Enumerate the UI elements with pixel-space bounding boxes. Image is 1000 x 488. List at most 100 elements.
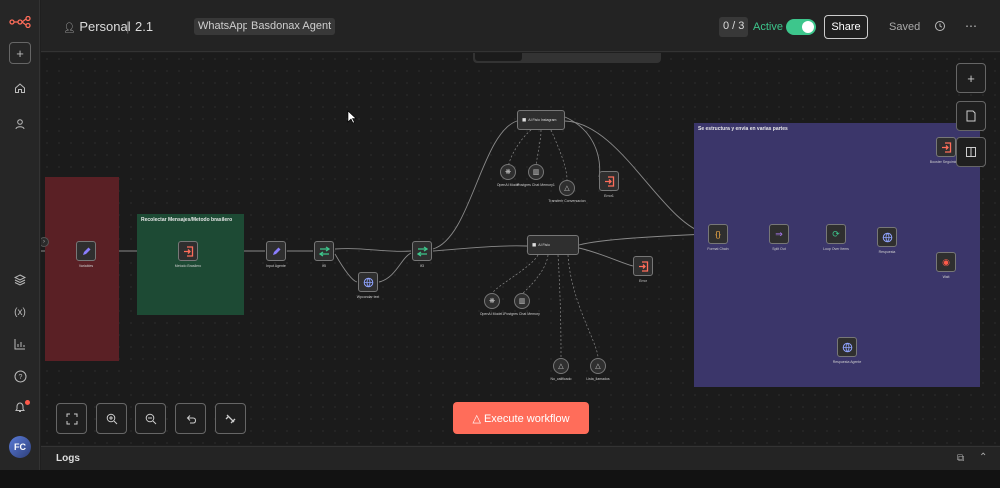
home-icon[interactable] [8,76,32,100]
zoom-in-icon[interactable] [96,403,127,434]
node-postgres-memory1[interactable]: ▥ [528,164,544,180]
panel-toggle-icon[interactable] [956,137,986,167]
sticky-note-icon[interactable] [956,101,986,131]
fit-view-icon[interactable] [56,403,87,434]
edit-icon [272,247,280,255]
node-error1[interactable] [599,171,619,191]
node-postgres-memory[interactable]: ▥ [514,293,530,309]
bottom-strip [0,470,1000,488]
node-lista-llamados[interactable]: △ [590,358,606,374]
execute-workflow-label: Execute workflow [483,412,570,425]
tool-icon: △ [595,363,601,370]
node-variables[interactable] [76,241,96,261]
flask-icon: △ [472,412,481,425]
node-wait[interactable]: ◉ [936,252,956,272]
edit-icon [82,247,90,255]
globe-icon [842,342,852,352]
sticky-purple-title: Se estructura y envia en varias partes [698,126,788,132]
node-respuesta-agente-label: Respuesta Agente [832,360,862,364]
node-no-calificado[interactable]: △ [553,358,569,374]
tool-icon: △ [558,363,564,370]
robot-icon: ■ [522,116,527,124]
code-icon: {} [715,229,721,239]
zoom-out-icon[interactable] [135,403,166,434]
templates-icon[interactable] [8,268,32,292]
node-agent-fisio[interactable]: ■ AI Fisio [527,235,579,255]
loop-icon: ⟳ [832,228,840,239]
bell-icon[interactable] [8,395,32,419]
node-loop-over-items[interactable]: ⟳ [826,224,846,244]
node-openai-model1[interactable]: ❋ [484,293,500,309]
node-format-chain[interactable]: {} [708,224,728,244]
database-icon: ▥ [518,298,526,305]
node-postgres-memory-label: Postgres Chat Memory [504,312,540,316]
user-icon[interactable] [8,112,32,136]
node-if3-label: If3 [420,264,424,268]
tab-evaluations[interactable]: Evaluations [589,53,659,61]
node-input-agente-label: Input Agente [266,264,286,268]
workflow-version[interactable]: 2.1 [135,19,153,34]
exec-workflow-icon [638,260,648,272]
workspace-breadcrumb[interactable]: 👤︎ Personal [63,19,131,34]
node-split-out[interactable]: ⇒ [769,224,789,244]
database-icon: ▥ [532,169,540,176]
node-input-agente[interactable] [266,241,286,261]
node-if3[interactable] [412,241,432,261]
split-icon: ⇒ [775,228,783,239]
chevron-up-icon[interactable]: ⌃ [979,452,987,463]
active-toggle[interactable] [786,19,816,35]
add-node-icon[interactable]: + [956,63,986,93]
mouse-cursor-icon [347,110,357,124]
more-options-icon[interactable]: ⋯ [963,18,979,34]
n8n-logo-icon[interactable] [8,10,32,34]
workspace-name: Personal [79,19,131,34]
if-icon [416,245,428,257]
version-counter: 0 / 3 [719,17,749,37]
tool-icon: △ [564,185,570,192]
robot-icon: ■ [532,241,537,249]
openai-icon: ❋ [505,169,511,176]
exec-workflow-icon [183,245,193,257]
sticky-note-red[interactable] [45,177,119,361]
node-no-calificado-label: No_calificado [550,377,572,381]
exec-workflow-icon [941,141,951,153]
tab-editor[interactable]: Editor [475,53,522,61]
node-agent-instagram[interactable]: ■ AI Fisio Instagram [517,110,565,130]
tag-whatsapp[interactable]: WhatsApp [194,18,253,35]
node-booster-seguimiento[interactable] [936,137,956,157]
node-openai-model[interactable]: ❋ [500,164,516,180]
undo-icon[interactable] [175,403,206,434]
history-icon[interactable] [932,18,948,34]
logs-panel[interactable]: Logs ⧉ ⌃ [41,446,1000,470]
node-postgres-memory1-label: Postgres Chat Memory1 [517,183,555,187]
variables-icon[interactable]: (x) [8,300,32,324]
node-error-label: Error [639,279,647,283]
node-respuesta-agente[interactable] [837,337,857,357]
node-metodo-brasilero-label: Metodo Brasilero [174,264,202,268]
popout-icon[interactable]: ⧉ [957,453,964,464]
insights-icon[interactable] [8,332,32,356]
node-variables-label: Variables [78,264,94,268]
sidebar: + (x) ? FC [0,0,40,470]
execute-workflow-button[interactable]: △ Execute workflow [453,402,589,434]
node-transferir-conversacion[interactable]: △ [559,180,575,196]
tab-executions[interactable]: Executions [522,53,589,61]
tag-basdonax-agent[interactable]: Basdonax Agent [247,18,336,35]
node-if5[interactable] [314,241,334,261]
node-error[interactable] [633,256,653,276]
globe-icon [882,232,892,242]
saved-status: Saved [889,21,921,33]
node-respuesta[interactable] [877,227,897,247]
workflow-canvas[interactable]: Recolectar Mensajes/Metodo brasilero Se … [41,53,1000,445]
help-icon[interactable]: ? [8,364,32,388]
node-wpcondar-text[interactable] [358,272,378,292]
add-icon[interactable]: + [9,42,31,64]
globe-icon [363,277,373,287]
tidy-up-icon[interactable] [215,403,246,434]
person-icon: 👤︎ [63,23,76,34]
avatar[interactable]: FC [9,436,31,458]
node-format-chain-label: Format Chain [707,247,729,251]
node-metodo-brasilero[interactable] [178,241,198,261]
breadcrumb-divider: | [126,19,130,34]
share-button[interactable]: Share [824,15,868,39]
